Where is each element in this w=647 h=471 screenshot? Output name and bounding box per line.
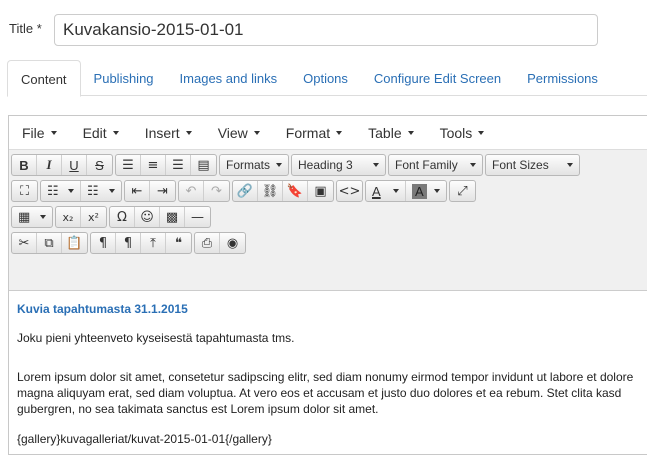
- blockquote-icon[interactable]: ❝: [166, 233, 191, 253]
- insert-icon[interactable]: ⤒: [141, 233, 166, 253]
- align-justify-icon[interactable]: ▤: [191, 155, 216, 175]
- outdent-icon[interactable]: ⇤: [125, 181, 150, 201]
- copy-icon[interactable]: ⧉: [37, 233, 62, 253]
- media-icon[interactable]: ▩: [160, 207, 185, 227]
- formats-dropdown[interactable]: Formats: [219, 154, 290, 176]
- menu-insert[interactable]: Insert: [136, 125, 201, 141]
- font-family-dropdown[interactable]: Font Family: [388, 154, 484, 176]
- paragraph-ltr-icon[interactable]: ¶: [91, 233, 116, 253]
- menu-file[interactable]: File: [13, 125, 66, 141]
- chevron-down-icon: [185, 130, 192, 135]
- chevron-down-icon: [373, 163, 380, 167]
- paragraph-rtl-icon[interactable]: ¶: [116, 233, 141, 253]
- menu-format[interactable]: Format: [277, 125, 351, 141]
- print-icon[interactable]: ⎙: [195, 233, 220, 253]
- horizontal-rule-icon[interactable]: —: [185, 207, 210, 227]
- align-right-icon[interactable]: ☰: [166, 155, 191, 175]
- editor-content[interactable]: Kuvia tapahtumasta 31.1.2015 Joku pieni …: [9, 291, 647, 471]
- preview-icon[interactable]: ◉: [220, 233, 245, 253]
- indent-icon[interactable]: ⇥: [150, 181, 175, 201]
- paste-icon[interactable]: 📋: [62, 233, 87, 253]
- menu-tools[interactable]: Tools: [431, 125, 494, 141]
- title-input[interactable]: [54, 14, 598, 46]
- chevron-down-icon: [434, 189, 440, 193]
- content-heading: Kuvia tapahtumasta 31.1.2015: [17, 302, 188, 316]
- title-label: Title *: [9, 21, 42, 36]
- align-group: ☰ ≡ ☰ ▤: [115, 154, 217, 176]
- link-icon[interactable]: 🔗: [233, 181, 258, 201]
- menu-view[interactable]: View: [209, 125, 269, 141]
- chevron-down-icon: [567, 163, 574, 167]
- table-icon[interactable]: ▦: [12, 207, 52, 227]
- align-center-icon[interactable]: ≡: [141, 155, 166, 175]
- toolbar-row-2: ⛶ ☷ ☷ ⇤ ⇥ ↶ ↷ 🔗 ⛓ 🔖 ▣ <> A A ⤢: [11, 178, 647, 204]
- chevron-down-icon: [253, 130, 260, 135]
- fullscreen-icon[interactable]: ⤢: [450, 181, 475, 201]
- numbered-list-icon[interactable]: ☷: [81, 181, 121, 201]
- image-icon[interactable]: ▣: [308, 181, 333, 201]
- chevron-down-icon: [407, 130, 414, 135]
- bullet-list-icon[interactable]: ☷: [41, 181, 81, 201]
- tab-content[interactable]: Content: [7, 60, 81, 97]
- content-paragraph: Joku pieni yhteenveto kyseisestä tapahtu…: [17, 331, 295, 345]
- content-paragraph: {gallery}kuvagalleriat/kuvat-2015-01-01{…: [17, 432, 272, 446]
- menu-edit[interactable]: Edit: [74, 125, 128, 141]
- forecolor-button[interactable]: A: [366, 181, 406, 201]
- chevron-down-icon: [470, 163, 477, 167]
- superscript-button[interactable]: x²: [81, 207, 106, 227]
- tab-permissions[interactable]: Permissions: [514, 60, 611, 96]
- chevron-down-icon: [50, 130, 57, 135]
- code-icon[interactable]: <>: [337, 181, 362, 201]
- toolbar-row-4: ✂ ⧉ 📋 ¶ ¶ ⤒ ❝ ⎙ ◉: [11, 230, 647, 256]
- content-paragraph: Lorem ipsum dolor sit amet, consetetur s…: [17, 370, 634, 416]
- tab-publishing[interactable]: Publishing: [81, 60, 167, 96]
- tab-images-and-links[interactable]: Images and links: [167, 60, 291, 96]
- backcolor-button[interactable]: A: [406, 181, 446, 201]
- tab-options[interactable]: Options: [290, 60, 361, 96]
- bold-button[interactable]: B: [12, 155, 37, 175]
- align-left-icon[interactable]: ☰: [116, 155, 141, 175]
- chevron-down-icon: [336, 130, 343, 135]
- rich-text-editor: File Edit Insert View Format Table Tools…: [8, 115, 647, 455]
- font-sizes-dropdown[interactable]: Font Sizes: [485, 154, 581, 176]
- chevron-down-icon: [112, 130, 119, 135]
- redo-icon[interactable]: ↷: [204, 181, 229, 201]
- strikethrough-button[interactable]: S: [87, 155, 112, 175]
- binoculars-icon[interactable]: ⛶: [12, 181, 37, 201]
- chevron-down-icon: [478, 130, 485, 135]
- tab-configure-edit-screen[interactable]: Configure Edit Screen: [361, 60, 514, 96]
- special-char-button[interactable]: Ω: [110, 207, 135, 227]
- emoticon-icon[interactable]: ☺: [135, 207, 160, 227]
- editor-toolbar: B I U S ☰ ≡ ☰ ▤ Formats Heading 3 Font F…: [9, 150, 647, 291]
- unlink-icon[interactable]: ⛓: [258, 181, 283, 201]
- editor-menubar: File Edit Insert View Format Table Tools: [9, 116, 647, 150]
- bookmark-icon[interactable]: 🔖: [283, 181, 308, 201]
- heading-dropdown[interactable]: Heading 3: [291, 154, 387, 176]
- italic-button[interactable]: I: [37, 155, 62, 175]
- toolbar-row-1: B I U S ☰ ≡ ☰ ▤ Formats Heading 3 Font F…: [11, 152, 647, 178]
- underline-button[interactable]: U: [62, 155, 87, 175]
- cut-icon[interactable]: ✂: [12, 233, 37, 253]
- chevron-down-icon: [393, 189, 399, 193]
- toolbar-row-3: ▦ x₂ x² Ω ☺ ▩ —: [11, 204, 647, 230]
- subscript-button[interactable]: x₂: [56, 207, 81, 227]
- text-style-group: B I U S: [11, 154, 113, 176]
- chevron-down-icon: [276, 163, 283, 167]
- editor-tabs: Content Publishing Images and links Opti…: [7, 60, 647, 97]
- menu-table[interactable]: Table: [359, 125, 422, 141]
- undo-icon[interactable]: ↶: [179, 181, 204, 201]
